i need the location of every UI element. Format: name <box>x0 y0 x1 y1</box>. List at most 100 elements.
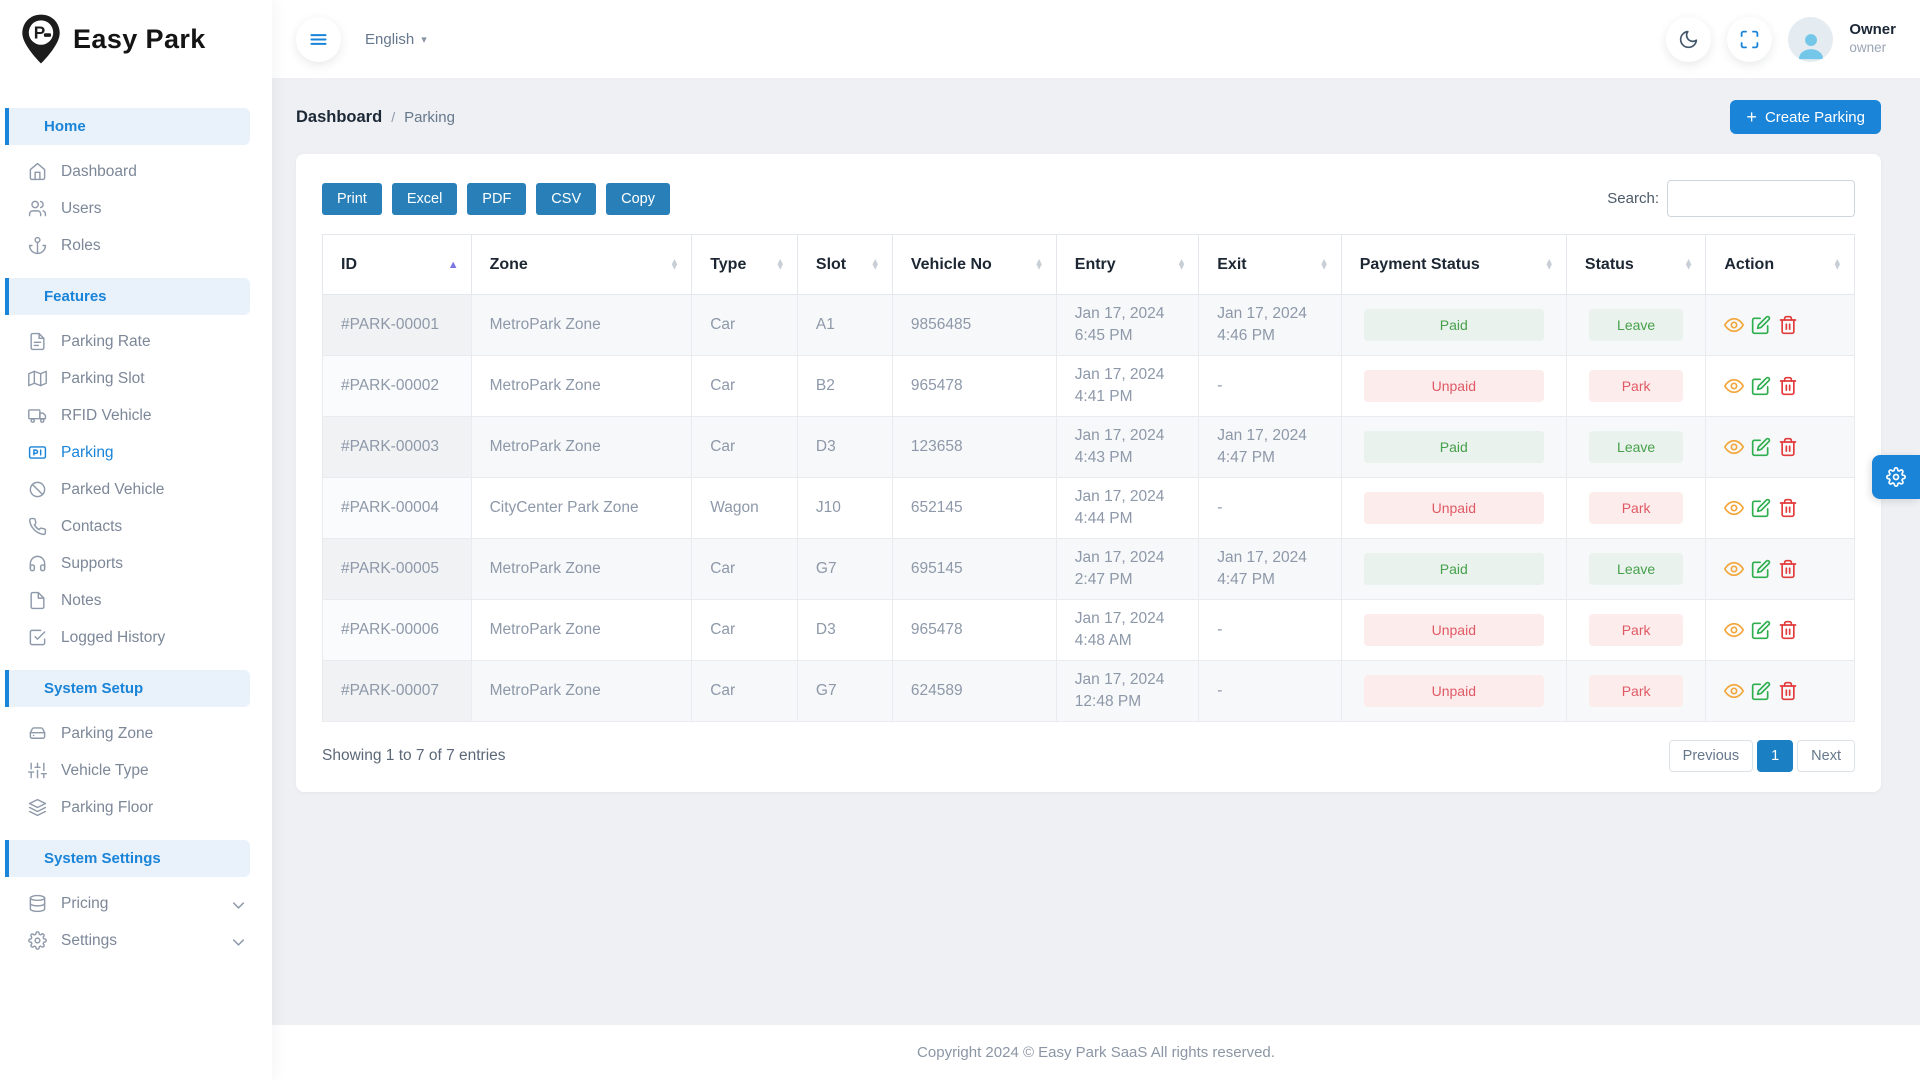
cell-id: #PARK-00007 <box>323 661 472 722</box>
delete-button[interactable] <box>1778 437 1798 457</box>
language-selector[interactable]: English ▾ <box>365 31 427 48</box>
view-button[interactable] <box>1724 437 1744 457</box>
pagination-page-1[interactable]: 1 <box>1757 740 1793 772</box>
sort-icon: ▲▼ <box>670 259 679 270</box>
breadcrumb-root[interactable]: Dashboard <box>296 108 382 127</box>
home-icon <box>28 162 47 181</box>
csv-export-button[interactable]: CSV <box>536 183 596 215</box>
edit-button[interactable] <box>1751 437 1771 457</box>
delete-button[interactable] <box>1778 681 1798 701</box>
pagination-next-button[interactable]: Next <box>1797 740 1855 772</box>
menu-toggle-button[interactable] <box>296 17 341 62</box>
edit-button[interactable] <box>1751 681 1771 701</box>
column-header-entry[interactable]: Entry▲▼ <box>1056 235 1198 295</box>
print-export-button[interactable]: Print <box>322 183 382 215</box>
view-button[interactable] <box>1724 376 1744 396</box>
delete-button[interactable] <box>1778 620 1798 640</box>
search-wrap: Search: <box>1607 180 1855 217</box>
sort-icon: ▲▼ <box>1684 259 1693 270</box>
column-header-id[interactable]: ID▲ <box>323 235 472 295</box>
sidebar-item-users[interactable]: Users <box>0 190 272 227</box>
edit-button[interactable] <box>1751 376 1771 396</box>
column-header-exit[interactable]: Exit▲▼ <box>1199 235 1341 295</box>
pdf-export-button[interactable]: PDF <box>467 183 526 215</box>
sidebar-section-system-settings: System Settings <box>5 840 250 877</box>
sidebar-item-dashboard[interactable]: Dashboard <box>0 153 272 190</box>
sidebar-item-contacts[interactable]: Contacts <box>0 508 272 545</box>
column-header-action[interactable]: Action▲▼ <box>1706 235 1855 295</box>
sidebar-section-home: Home <box>5 108 250 145</box>
table-row: #PARK-00007MetroPark ZoneCarG7624589Jan … <box>323 661 1855 722</box>
sidebar-item-rfid-vehicle[interactable]: RFID Vehicle <box>0 397 272 434</box>
view-eye-icon <box>1724 559 1744 579</box>
create-parking-label: Create Parking <box>1765 109 1865 126</box>
copy-export-button[interactable]: Copy <box>606 183 670 215</box>
cell-status: Park <box>1566 478 1705 539</box>
sidebar-item-parking-floor[interactable]: Parking Floor <box>0 789 272 826</box>
delete-button[interactable] <box>1778 376 1798 396</box>
entries-summary: Showing 1 to 7 of 7 entries <box>322 747 506 765</box>
sidebar-item-parked-vehicle[interactable]: Parked Vehicle <box>0 471 272 508</box>
view-button[interactable] <box>1724 620 1744 640</box>
column-header-type[interactable]: Type▲▼ <box>692 235 798 295</box>
column-header-status[interactable]: Status▲▼ <box>1566 235 1705 295</box>
column-header-zone[interactable]: Zone▲▼ <box>471 235 692 295</box>
delete-trash-icon <box>1778 681 1798 701</box>
sort-icon: ▲▼ <box>775 259 784 270</box>
view-button[interactable] <box>1724 559 1744 579</box>
sidebar-item-pricing[interactable]: Pricing <box>0 885 272 922</box>
theme-settings-button[interactable] <box>1872 455 1920 499</box>
sort-icon: ▲▼ <box>1545 259 1554 270</box>
fullscreen-button[interactable] <box>1727 17 1772 62</box>
payment-status-badge: Paid <box>1364 309 1544 341</box>
sidebar-item-label: Roles <box>61 237 101 255</box>
sidebar-item-vehicle-type[interactable]: Vehicle Type <box>0 752 272 789</box>
sidebar-item-parking[interactable]: Parking <box>0 434 272 471</box>
excel-export-button[interactable]: Excel <box>392 183 457 215</box>
cell-entry: Jan 17, 20242:47 PM <box>1056 539 1198 600</box>
sidebar-item-parking-slot[interactable]: Parking Slot <box>0 360 272 397</box>
column-header-vehicle-no[interactable]: Vehicle No▲▼ <box>892 235 1056 295</box>
cell-vehicle-no: 695145 <box>892 539 1056 600</box>
search-input[interactable] <box>1667 180 1855 217</box>
cell-exit: Jan 17, 20244:47 PM <box>1199 417 1341 478</box>
brand-logo[interactable]: P Easy Park <box>0 0 272 78</box>
cell-action <box>1706 295 1855 356</box>
sidebar-item-parking-rate[interactable]: Parking Rate <box>0 323 272 360</box>
delete-button[interactable] <box>1778 559 1798 579</box>
cell-exit: - <box>1199 478 1341 539</box>
cell-zone: CityCenter Park Zone <box>471 478 692 539</box>
view-button[interactable] <box>1724 315 1744 335</box>
sidebar-item-notes[interactable]: Notes <box>0 582 272 619</box>
check-square-icon <box>28 628 47 647</box>
avatar[interactable] <box>1788 17 1833 62</box>
sidebar-item-roles[interactable]: Roles <box>0 227 272 264</box>
sidebar-item-settings[interactable]: Settings <box>0 922 272 959</box>
column-header-slot[interactable]: Slot▲▼ <box>797 235 892 295</box>
view-button[interactable] <box>1724 498 1744 518</box>
sidebar-item-logged-history[interactable]: Logged History <box>0 619 272 656</box>
export-buttons: Print Excel PDF CSV Copy <box>322 183 680 215</box>
cell-status: Park <box>1566 600 1705 661</box>
copyright-text: Copyright 2024 © Easy Park SaaS All righ… <box>917 1044 1275 1061</box>
create-parking-button[interactable]: + Create Parking <box>1730 100 1881 134</box>
delete-button[interactable] <box>1778 315 1798 335</box>
edit-button[interactable] <box>1751 559 1771 579</box>
table-toolbar: Print Excel PDF CSV Copy Search: <box>322 180 1855 217</box>
edit-button[interactable] <box>1751 315 1771 335</box>
edit-button[interactable] <box>1751 498 1771 518</box>
view-button[interactable] <box>1724 681 1744 701</box>
delete-button[interactable] <box>1778 498 1798 518</box>
dark-mode-button[interactable] <box>1666 17 1711 62</box>
pagination: Previous1Next <box>1669 740 1855 772</box>
sidebar-item-supports[interactable]: Supports <box>0 545 272 582</box>
cell-payment-status: Paid <box>1341 295 1566 356</box>
pagination-previous-button[interactable]: Previous <box>1669 740 1753 772</box>
status-badge: Park <box>1589 492 1683 524</box>
edit-button[interactable] <box>1751 620 1771 640</box>
sidebar-item-parking-zone[interactable]: Parking Zone <box>0 715 272 752</box>
view-eye-icon <box>1724 437 1744 457</box>
column-header-payment-status[interactable]: Payment Status▲▼ <box>1341 235 1566 295</box>
cell-slot: G7 <box>797 661 892 722</box>
delete-trash-icon <box>1778 620 1798 640</box>
